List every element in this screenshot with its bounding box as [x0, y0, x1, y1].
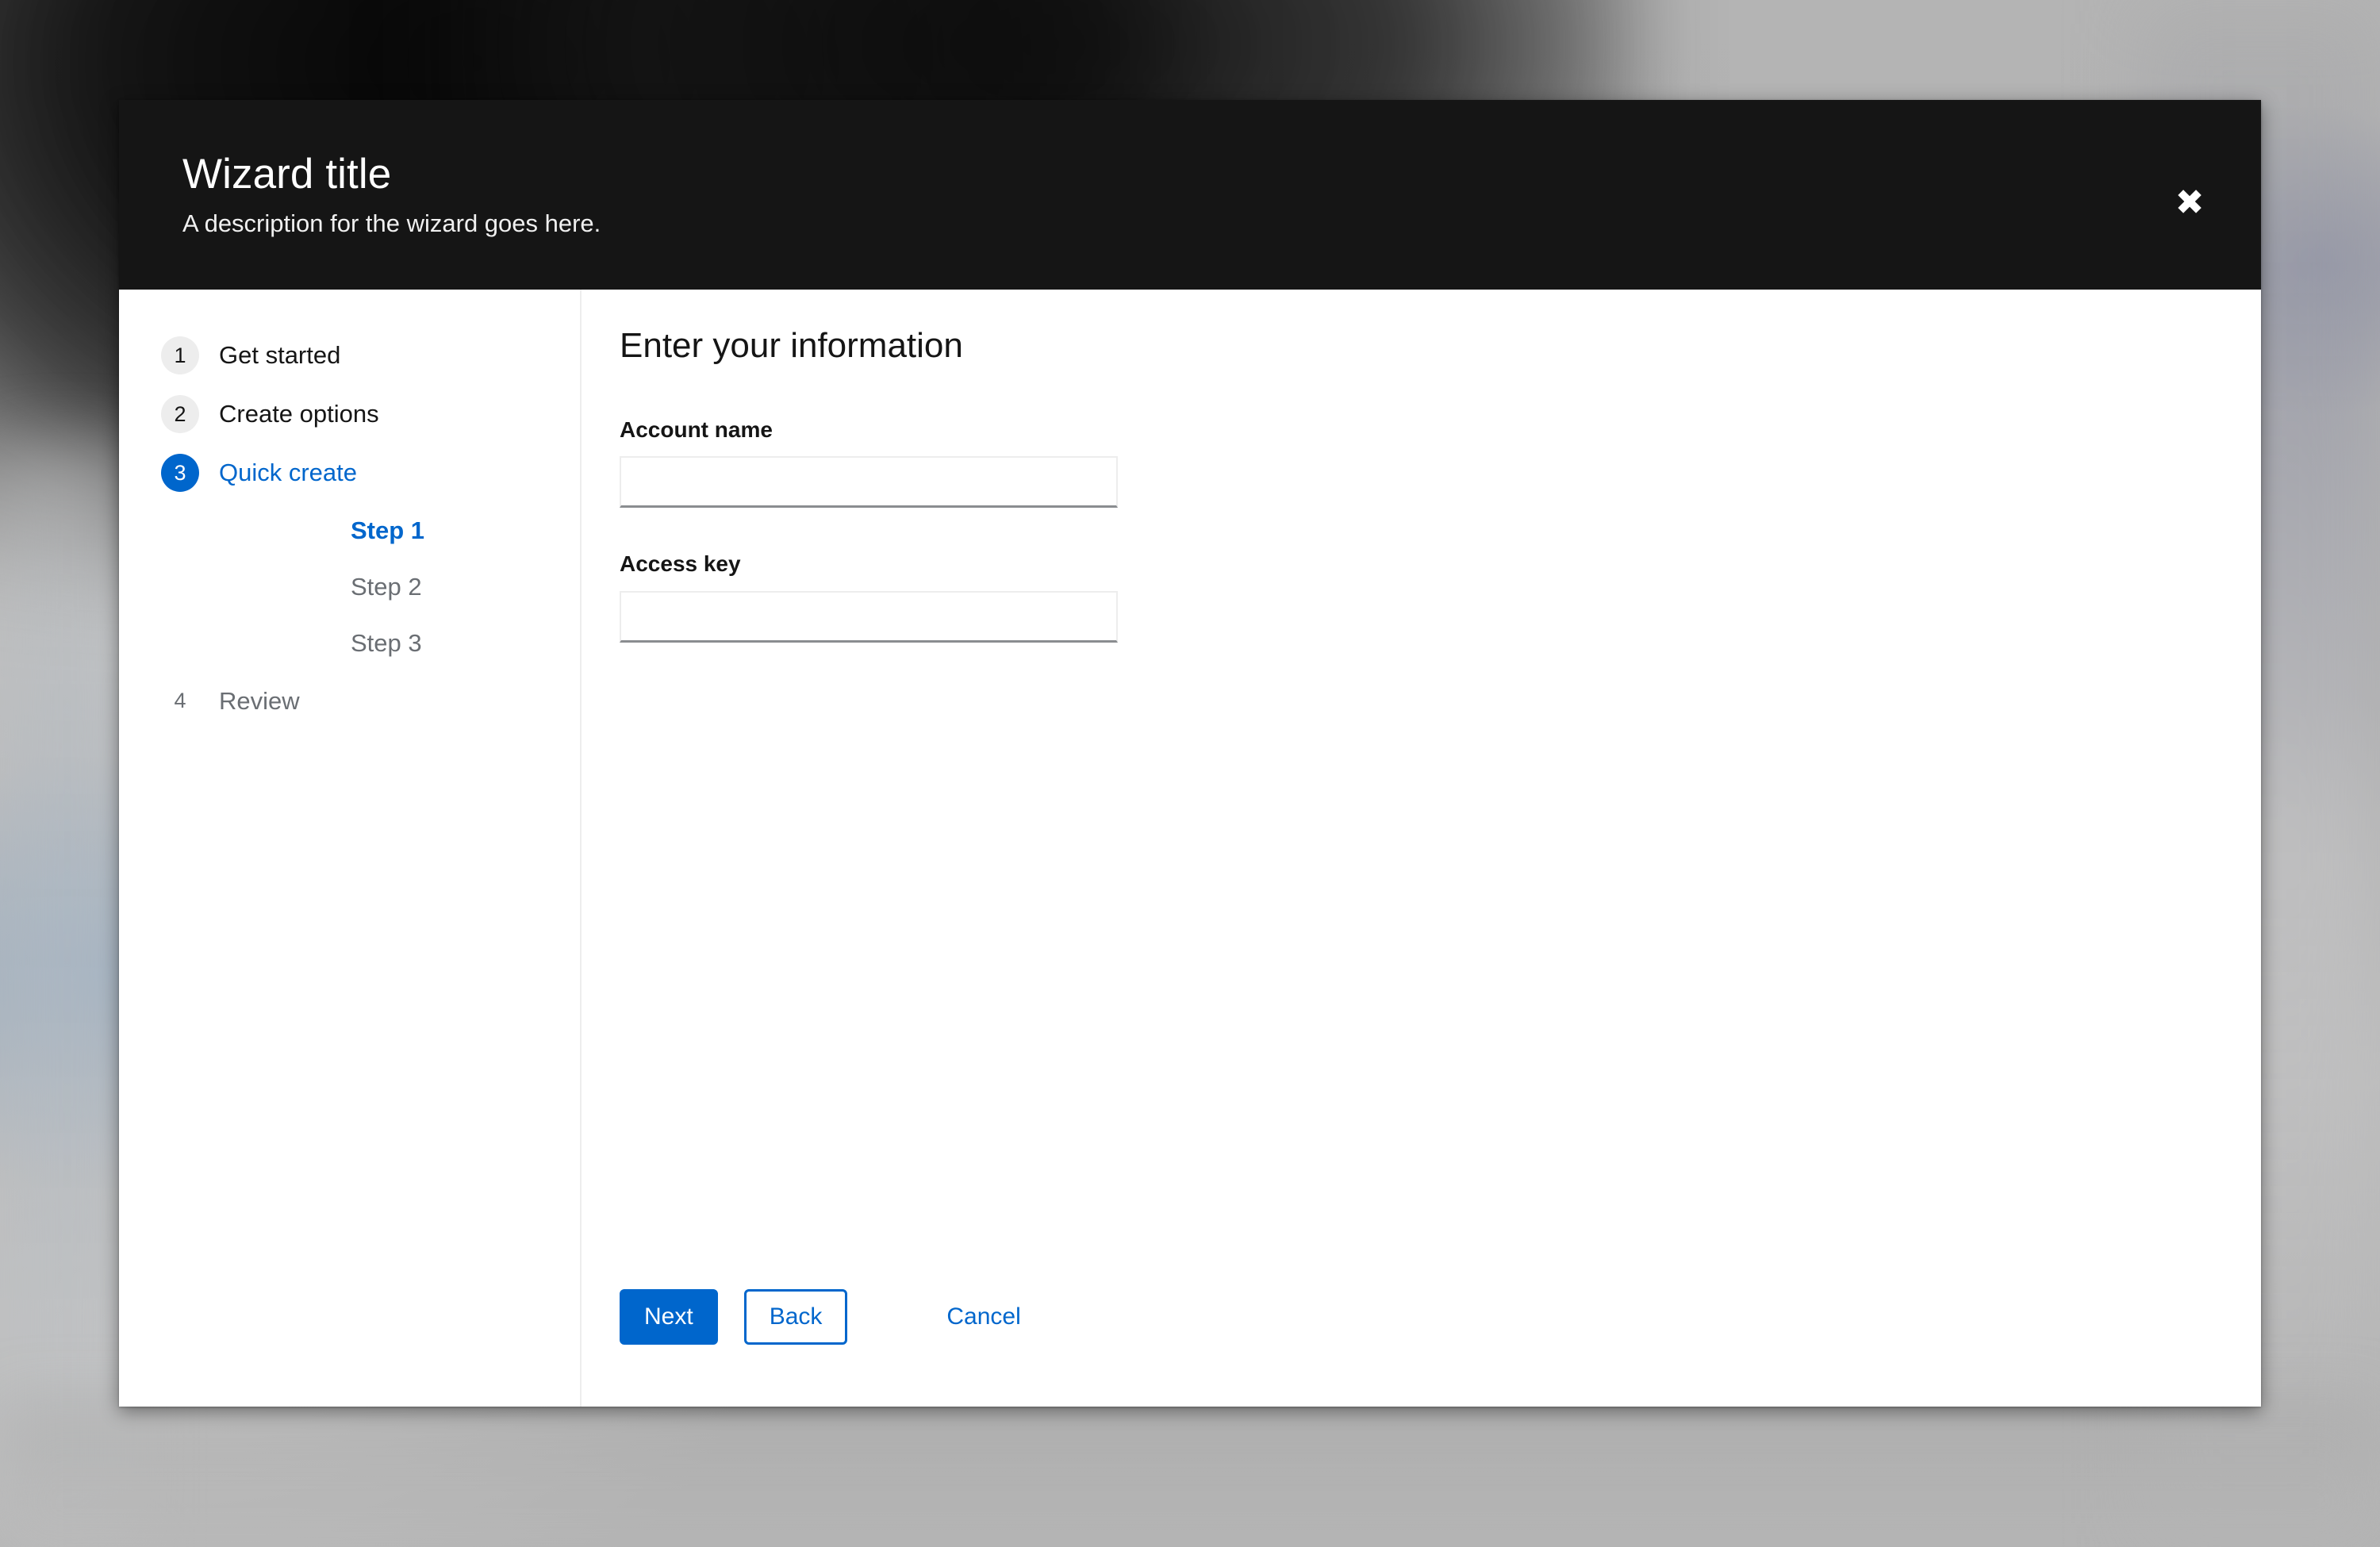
- next-button[interactable]: Next: [620, 1289, 718, 1345]
- backdrop-left-strip: [0, 444, 135, 1547]
- field-group-account-name: Account name: [620, 416, 2213, 509]
- step-label-active: Quick create: [219, 459, 358, 487]
- step-label: Get started: [219, 341, 341, 370]
- wizard-substep-step-3[interactable]: Step 3: [119, 615, 580, 671]
- step-number-badge-active: 3: [161, 454, 199, 492]
- wizard-substep-step-1[interactable]: Step 1: [119, 502, 580, 559]
- step-number-badge: 1: [161, 336, 199, 374]
- wizard-body: 1 Get started 2 Create options 3 Quick c…: [119, 290, 2261, 1407]
- wizard-step-create-options[interactable]: 2 Create options: [119, 385, 580, 443]
- wizard-modal: Wizard title A description for the wizar…: [119, 100, 2261, 1407]
- wizard-substep-group: Step 1 Step 2 Step 3: [119, 502, 580, 672]
- wizard-header: Wizard title A description for the wizar…: [119, 100, 2261, 290]
- close-icon[interactable]: ✖: [2159, 173, 2220, 233]
- wizard-step-get-started[interactable]: 1 Get started: [119, 326, 580, 385]
- account-name-label: Account name: [620, 416, 773, 442]
- content-heading: Enter your information: [620, 326, 963, 365]
- access-key-label: Access key: [620, 551, 741, 577]
- wizard-description: A description for the wizard goes here.: [182, 209, 601, 238]
- wizard-substep-step-2[interactable]: Step 2: [119, 559, 580, 615]
- wizard-step-nav: 1 Get started 2 Create options 3 Quick c…: [119, 290, 582, 1407]
- wizard-step-quick-create[interactable]: 3 Quick create: [119, 443, 580, 502]
- field-group-access-key: Access key: [620, 551, 2213, 643]
- wizard-step-list: 1 Get started 2 Create options 3 Quick c…: [119, 326, 580, 731]
- cancel-button[interactable]: Cancel: [946, 1289, 1020, 1345]
- back-button[interactable]: Back: [743, 1289, 848, 1345]
- access-key-input[interactable]: [620, 590, 1118, 643]
- wizard-substep-list: Step 1 Step 2 Step 3: [119, 502, 580, 672]
- wizard-main-content: Enter your information Account name Acce…: [582, 290, 2261, 1407]
- account-name-input[interactable]: [620, 456, 1118, 509]
- backdrop-bottom-band: [0, 1396, 2380, 1547]
- step-label: Review: [219, 686, 300, 715]
- wizard-title: Wizard title: [182, 151, 392, 198]
- wizard-step-review[interactable]: 4 Review: [119, 672, 580, 731]
- step-label: Create options: [219, 400, 379, 428]
- step-number-badge: 2: [161, 395, 199, 433]
- step-number-badge: 4: [174, 689, 186, 713]
- wizard-footer: Next Back Cancel: [620, 1289, 2213, 1407]
